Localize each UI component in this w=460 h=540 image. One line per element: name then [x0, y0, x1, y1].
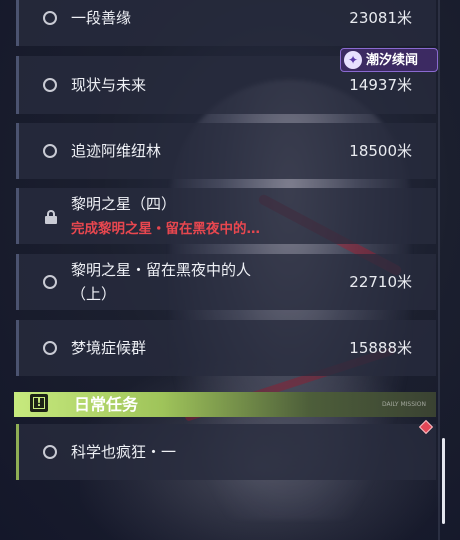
- section-title: 日常任务: [74, 395, 139, 414]
- quest-item[interactable]: 一段善缘 23081米: [16, 0, 436, 46]
- quest-item[interactable]: 黎明之星・留在黑夜中的人 （上） 22710米: [16, 254, 436, 310]
- quest-title: 追迹阿维纽林: [71, 142, 162, 160]
- brand-badge-text: 潮汐续闻: [366, 53, 419, 68]
- quest-item-locked[interactable]: 黎明之星（四） 完成黎明之星・留在黑夜中的…: [16, 188, 436, 244]
- section-tag: DAILY MISSION: [381, 401, 426, 408]
- quest-title-line1: 黎明之星・留在黑夜中的人: [71, 261, 252, 279]
- radio-icon[interactable]: [43, 11, 57, 25]
- scrollbar[interactable]: [442, 438, 445, 524]
- radio-icon[interactable]: [43, 275, 57, 289]
- quest-title: 黎明之星（四）: [71, 195, 177, 213]
- quest-item[interactable]: 梦境症候群 15888米: [16, 320, 436, 376]
- panel-edge-line: [438, 0, 440, 540]
- quest-distance: 23081米: [349, 9, 412, 27]
- quest-title: 梦境症候群: [71, 339, 147, 357]
- quest-title: 现状与未来: [71, 76, 147, 94]
- quest-distance: 15888米: [349, 339, 412, 357]
- radio-icon[interactable]: [43, 445, 57, 459]
- radio-icon[interactable]: [43, 341, 57, 355]
- quest-distance: 14937米: [349, 76, 412, 94]
- daily-quest-item[interactable]: 科学也疯狂・一: [16, 424, 436, 480]
- exclamation-icon: !: [30, 394, 48, 412]
- brand-badge[interactable]: ✦ 潮汐续闻: [340, 48, 438, 72]
- tide-logo-icon: ✦: [344, 51, 362, 69]
- radio-icon[interactable]: [43, 144, 57, 158]
- quest-requirement: 完成黎明之星・留在黑夜中的…: [71, 221, 260, 237]
- radio-icon[interactable]: [43, 78, 57, 92]
- quest-title-line2: （上）: [71, 285, 117, 303]
- lock-icon: [45, 210, 57, 224]
- quest-distance: 18500米: [349, 142, 412, 160]
- quest-distance: 22710米: [349, 273, 412, 291]
- quest-item[interactable]: 追迹阿维纽林 18500米: [16, 123, 436, 179]
- daily-quests-header[interactable]: ! 日常任务 DAILY MISSION: [14, 392, 436, 417]
- quest-title: 一段善缘: [71, 9, 132, 27]
- quest-title: 科学也疯狂・一: [71, 443, 177, 461]
